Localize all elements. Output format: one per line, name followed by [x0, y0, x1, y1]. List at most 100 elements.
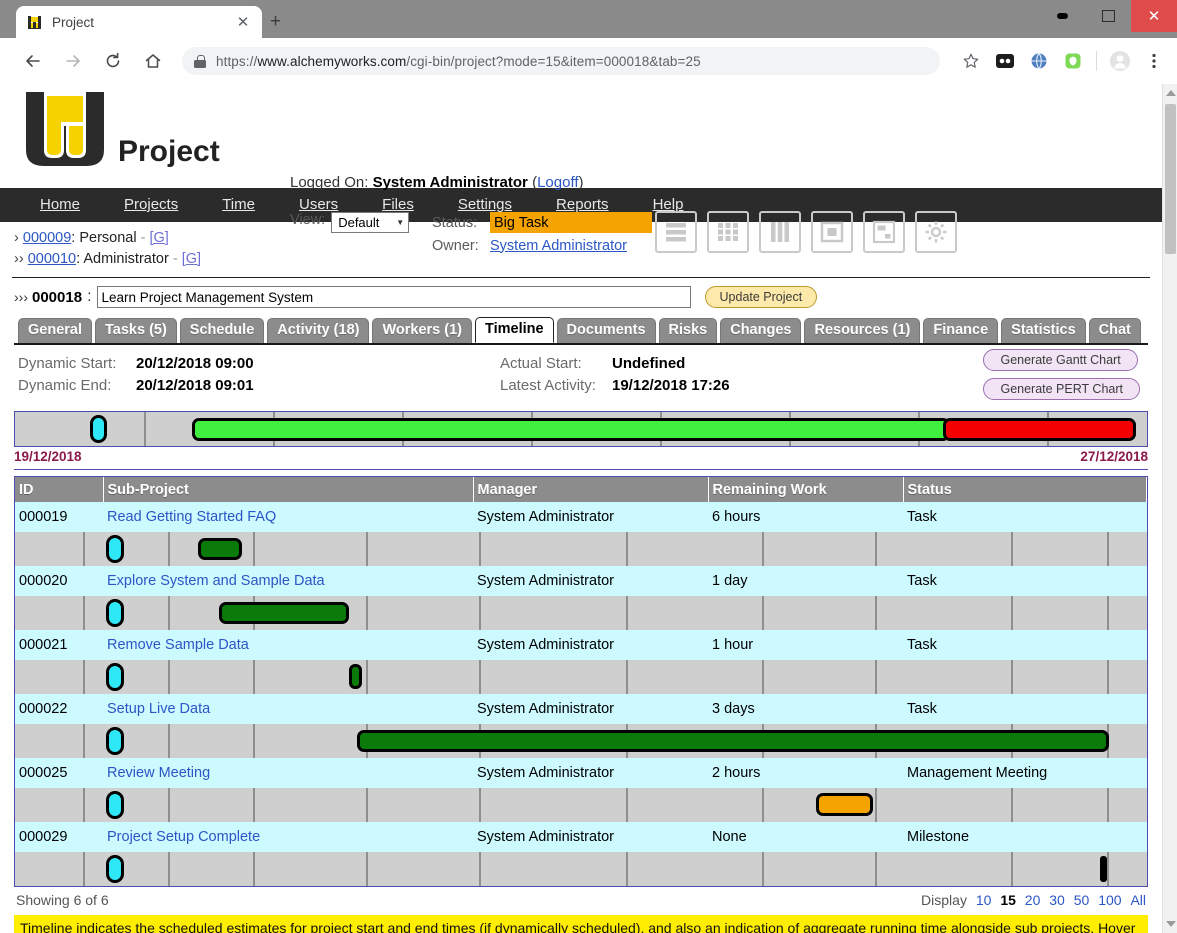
actual-dates: Actual Start: Undefined Latest Activity: 1… — [500, 353, 730, 397]
generate-gantt-chart-button[interactable]: Generate Gantt Chart — [983, 349, 1138, 371]
home-icon[interactable] — [136, 44, 170, 78]
grid-view-icon[interactable] — [707, 211, 749, 253]
tab-chat[interactable]: Chat — [1088, 318, 1141, 343]
browser-menu-icon[interactable] — [1140, 47, 1168, 75]
logged-on-info: Logged On: System Administrator (Logoff) — [290, 174, 584, 191]
list-view-icon[interactable] — [655, 211, 697, 253]
app-header: Project Logged On: System Administrator … — [0, 84, 1162, 254]
dynamic-start-value: 20/12/2018 09:00 — [136, 355, 254, 372]
status-owner-block: Status: Big Task Owner: System Administr… — [432, 212, 652, 258]
column-view-icon[interactable] — [759, 211, 801, 253]
breadcrumb-id-link[interactable]: 000010 — [28, 251, 76, 267]
cell-subproject: Read Getting Started FAQ — [103, 502, 473, 532]
tab-activity[interactable]: Activity (18) — [267, 318, 370, 343]
back-icon[interactable] — [16, 44, 50, 78]
tab-changes[interactable]: Changes — [720, 318, 802, 343]
cell-subproject: Project Setup Complete — [103, 822, 473, 852]
display-option-15[interactable]: 15 — [1000, 892, 1016, 908]
timeline-end-date: 27/12/2018 — [1080, 449, 1148, 464]
display-option-10[interactable]: 10 — [976, 892, 992, 908]
scroll-up-icon[interactable] — [1166, 90, 1176, 96]
cell-remaining-work: 1 hour — [708, 630, 903, 660]
help-banner: Timeline indicates the scheduled estimat… — [14, 915, 1148, 933]
scrollbar-thumb[interactable] — [1165, 104, 1176, 254]
cell-status: Task — [903, 566, 1147, 596]
dynamic-start-label: Dynamic Start: — [18, 355, 117, 372]
timeline-range-labels: 19/12/2018 27/12/2018 — [14, 449, 1148, 467]
col-header-status[interactable]: Status — [903, 477, 1147, 502]
address-bar-url: https://www.alchemyworks.com/cgi-bin/pro… — [216, 53, 701, 69]
extension-shield-icon[interactable] — [1059, 47, 1087, 75]
gantt-row — [15, 852, 1147, 886]
col-header-subproject[interactable]: Sub-Project — [103, 477, 474, 502]
cell-id: 000021 — [15, 630, 103, 660]
display-option-100[interactable]: 100 — [1098, 892, 1121, 908]
display-option-20[interactable]: 20 — [1025, 892, 1041, 908]
col-header-manager[interactable]: Manager — [473, 477, 709, 502]
display-option-50[interactable]: 50 — [1074, 892, 1090, 908]
subproject-link[interactable]: Remove Sample Data — [107, 637, 249, 653]
settings-gear-icon[interactable] — [915, 211, 957, 253]
browser-tab[interactable]: Project ✕ — [16, 6, 262, 38]
nav-item-home[interactable]: Home — [18, 188, 102, 222]
tab-general[interactable]: General — [18, 318, 92, 343]
tab-tasks[interactable]: Tasks (5) — [95, 318, 177, 343]
app-logo-text: Project — [118, 135, 220, 168]
address-bar[interactable]: https://www.alchemyworks.com/cgi-bin/pro… — [182, 47, 940, 75]
bookmark-star-icon[interactable] — [954, 44, 988, 78]
new-tab-button[interactable]: + — [270, 12, 281, 31]
subproject-link[interactable]: Project Setup Complete — [107, 829, 260, 845]
owner-label: Owner: — [432, 237, 479, 254]
window-maximize-button[interactable] — [1085, 0, 1131, 32]
reload-icon[interactable] — [96, 44, 130, 78]
logoff-link[interactable]: Logoff — [537, 174, 578, 191]
extension-globe-icon[interactable] — [1025, 47, 1053, 75]
subproject-link[interactable]: Setup Live Data — [107, 701, 210, 717]
extension-dark-icon[interactable] — [991, 47, 1019, 75]
tree-view-icon[interactable] — [863, 211, 905, 253]
breadcrumb-id-link[interactable]: 000009 — [23, 230, 71, 246]
subproject-link[interactable]: Explore System and Sample Data — [107, 573, 325, 589]
breadcrumb-gantt-link[interactable]: [G] — [149, 230, 168, 246]
tab-documents[interactable]: Documents — [556, 318, 656, 343]
breadcrumb-gantt-link[interactable]: [G] — [182, 251, 201, 267]
generate-pert-chart-button[interactable]: Generate PERT Chart — [983, 378, 1140, 400]
nav-item-projects[interactable]: Projects — [102, 188, 200, 222]
page-scrollbar[interactable] — [1162, 84, 1177, 933]
project-title-input[interactable] — [96, 286, 691, 308]
view-select[interactable]: Default ▼ — [331, 212, 410, 233]
tab-schedule[interactable]: Schedule — [179, 318, 265, 343]
col-header-id[interactable]: ID — [15, 477, 104, 502]
profile-avatar-icon[interactable] — [1106, 47, 1134, 75]
tab-timeline[interactable]: Timeline — [474, 317, 554, 343]
window-minimize-button[interactable] — [1039, 0, 1085, 32]
cell-id: 000025 — [15, 758, 103, 788]
tab-close-icon[interactable]: ✕ — [234, 13, 252, 31]
breadcrumb-arrow: ›› — [14, 251, 24, 267]
scroll-down-icon[interactable] — [1166, 921, 1176, 927]
owner-link[interactable]: System Administrator — [490, 238, 627, 254]
nav-item-time[interactable]: Time — [200, 188, 277, 222]
window-close-button[interactable]: ✕ — [1131, 0, 1177, 32]
subproject-link[interactable]: Read Getting Started FAQ — [107, 509, 276, 525]
status-badge: Big Task — [490, 212, 652, 233]
status-line: Status: Big Task — [432, 212, 652, 233]
tab-workers[interactable]: Workers (1) — [372, 318, 472, 343]
update-project-button[interactable]: Update Project — [704, 286, 818, 308]
cell-subproject: Explore System and Sample Data — [103, 566, 473, 596]
col-header-remaining-work[interactable]: Remaining Work — [708, 477, 904, 502]
app-logo: Project — [22, 88, 272, 184]
cell-id: 000020 — [15, 566, 103, 596]
tab-finance[interactable]: Finance — [923, 318, 999, 343]
cell-manager: System Administrator — [473, 822, 708, 852]
tab-risks[interactable]: Risks — [658, 318, 718, 343]
subproject-link[interactable]: Review Meeting — [107, 765, 210, 781]
display-option-all[interactable]: All — [1130, 892, 1146, 908]
tab-resources[interactable]: Resources (1) — [804, 318, 921, 343]
single-view-icon[interactable] — [811, 211, 853, 253]
view-label: View: — [290, 212, 326, 228]
display-options: Display 10 15 20 30 50 100 All — [921, 892, 1146, 908]
display-option-30[interactable]: 30 — [1049, 892, 1065, 908]
tab-statistics[interactable]: Statistics — [1001, 318, 1086, 343]
forward-icon[interactable] — [56, 44, 90, 78]
